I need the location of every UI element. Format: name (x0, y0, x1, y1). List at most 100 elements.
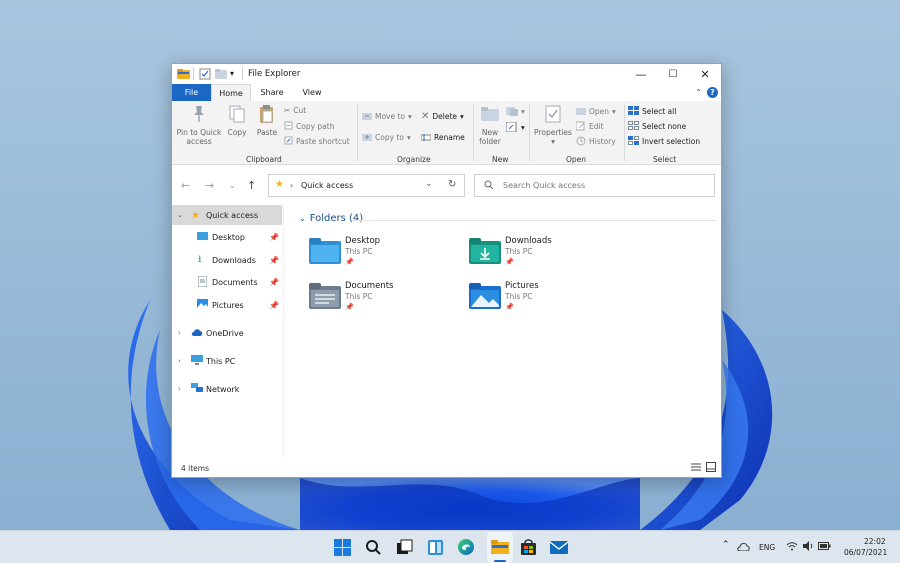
battery-icon[interactable] (818, 541, 831, 554)
properties-quick-icon[interactable] (199, 68, 211, 80)
nav-item-quick-access[interactable]: ⌄ ★ Quick access (172, 205, 282, 225)
up-arrow-icon[interactable]: ↑ (247, 179, 256, 192)
paste-button[interactable]: Paste (253, 104, 281, 137)
task-view-icon[interactable] (394, 537, 414, 557)
folders-section-header[interactable]: ⌄ Folders (4) (299, 213, 363, 224)
cut-label: Cut (293, 106, 307, 115)
nav-item-network[interactable]: › Network (172, 379, 282, 399)
widgets-icon[interactable] (425, 537, 445, 557)
easy-access-button[interactable]: ▾ (505, 121, 525, 134)
onedrive-tray-icon[interactable] (737, 542, 750, 554)
wifi-icon[interactable] (786, 541, 798, 554)
copy-button[interactable]: Copy (224, 104, 250, 137)
expanded-chevron-icon[interactable]: ⌄ (177, 211, 183, 219)
refresh-icon[interactable]: ↻ (448, 179, 456, 190)
delete-button[interactable]: ✕ Delete ▾ (421, 110, 464, 123)
back-arrow-icon[interactable]: ← (181, 179, 190, 192)
nav-item-desktop[interactable]: Desktop 📌 (172, 227, 282, 247)
pin-label-line2: access (186, 137, 212, 146)
computer-icon (191, 355, 203, 367)
folder-location: This PC (505, 247, 533, 256)
nav-label-quick-access: Quick access (206, 210, 259, 220)
clock-time[interactable]: 22:02 (864, 537, 886, 546)
microsoft-store-icon[interactable] (518, 537, 538, 557)
edge-browser-icon[interactable] (456, 537, 476, 557)
minimize-button[interactable]: — (625, 64, 657, 84)
nav-label-documents: Documents (212, 277, 258, 287)
history-button[interactable]: History (576, 135, 616, 148)
recent-locations-chevron-icon[interactable]: ⌄ (229, 181, 236, 190)
pinned-icon: 📌 (269, 277, 279, 287)
document-icon (197, 275, 208, 289)
downloads-folder-icon (469, 238, 501, 264)
collapsed-chevron-icon[interactable]: › (178, 329, 181, 337)
history-icon (576, 136, 586, 148)
move-to-button[interactable]: Move to ▾ (362, 110, 412, 123)
search-box[interactable]: Search Quick access (474, 174, 715, 197)
nav-item-documents[interactable]: Documents 📌 (172, 272, 282, 292)
volume-icon[interactable] (802, 541, 814, 554)
collapse-ribbon-chevron-icon[interactable]: ⌃ (695, 88, 702, 97)
pictures-folder-icon (469, 283, 501, 309)
invert-selection-button[interactable]: Invert selection (628, 135, 700, 148)
copy-to-chevron-icon: ▾ (406, 133, 411, 142)
cut-button[interactable]: ✂ Cut (284, 104, 306, 117)
tab-file[interactable]: File (172, 84, 211, 101)
new-folder-quick-icon[interactable] (215, 68, 227, 80)
select-all-label: Select all (642, 107, 677, 116)
rename-button[interactable]: Rename (420, 131, 465, 144)
collapsed-chevron-icon[interactable]: › (178, 385, 181, 393)
organize-group-label: Organize (397, 155, 431, 164)
pinned-icon: 📌 (269, 255, 279, 265)
help-button[interactable]: ? (707, 87, 718, 98)
tab-share[interactable]: Share (257, 84, 287, 101)
start-windows-icon[interactable] (332, 537, 352, 557)
paste-shortcut-button[interactable]: Paste shortcut (284, 135, 350, 148)
properties-icon (532, 104, 574, 126)
mail-icon[interactable] (549, 537, 569, 557)
nav-label-desktop: Desktop (212, 232, 245, 242)
address-bar[interactable]: ★ › Quick access ⌄ ↻ (268, 174, 465, 197)
folder-tile-pictures[interactable]: Pictures This PC 📌 (469, 281, 619, 319)
close-button[interactable]: ✕ (689, 64, 721, 84)
search-icon[interactable] (363, 537, 383, 557)
ribbon-tab-row: File Home Share View ⌃ ? (172, 84, 721, 101)
clock-date[interactable]: 06/07/2021 (844, 548, 887, 557)
nav-item-onedrive[interactable]: › OneDrive (172, 323, 282, 343)
nav-item-downloads[interactable]: ⭳ Downloads 📌 (172, 250, 282, 270)
open-button[interactable]: Open ▾ (576, 105, 616, 118)
copy-path-button[interactable]: Copy path (284, 120, 334, 133)
pin-to-quick-access-button[interactable]: Pin to Quick access (176, 104, 222, 146)
edit-button[interactable]: Edit (575, 120, 604, 133)
copy-label: Copy (227, 128, 247, 137)
customize-quick-access-chevron-icon[interactable]: ▾ (230, 69, 234, 81)
folder-tile-desktop[interactable]: Desktop This PC 📌 (309, 236, 459, 274)
collapsed-chevron-icon[interactable]: › (178, 357, 181, 365)
move-to-icon (362, 111, 372, 123)
large-icons-view-icon[interactable] (706, 462, 716, 475)
properties-button[interactable]: Properties ▾ (532, 104, 574, 146)
select-all-button[interactable]: Select all (628, 105, 676, 118)
delete-x-icon: ✕ (421, 111, 430, 122)
copy-to-button[interactable]: Copy to ▾ (362, 131, 411, 144)
select-none-button[interactable]: Select none (628, 120, 686, 133)
details-view-icon[interactable] (691, 463, 701, 475)
folder-tile-documents[interactable]: Documents This PC 📌 (309, 281, 459, 319)
show-hidden-icons-chevron-icon[interactable]: ⌃ (722, 540, 730, 550)
tab-home[interactable]: Home (211, 84, 251, 101)
folder-tile-downloads[interactable]: Downloads This PC 📌 (469, 236, 619, 274)
nav-item-this-pc[interactable]: › This PC (172, 351, 282, 371)
address-history-chevron-icon[interactable]: ⌄ (425, 179, 433, 189)
tab-view[interactable]: View (298, 84, 326, 101)
move-to-chevron-icon: ▾ (408, 112, 412, 121)
address-location: Quick access (301, 181, 354, 190)
title-bar[interactable]: ▾ File Explorer — ☐ ✕ (172, 64, 721, 84)
new-folder-button[interactable]: New folder (476, 104, 504, 146)
new-item-button[interactable]: ▾ (506, 105, 525, 118)
nav-item-pictures[interactable]: Pictures 📌 (172, 295, 282, 315)
file-explorer-icon[interactable] (487, 537, 513, 557)
quick-access-star-icon: ★ (275, 179, 284, 190)
forward-arrow-icon[interactable]: → (205, 179, 214, 192)
maximize-button[interactable]: ☐ (657, 64, 689, 84)
input-language[interactable]: ENG (759, 543, 775, 552)
